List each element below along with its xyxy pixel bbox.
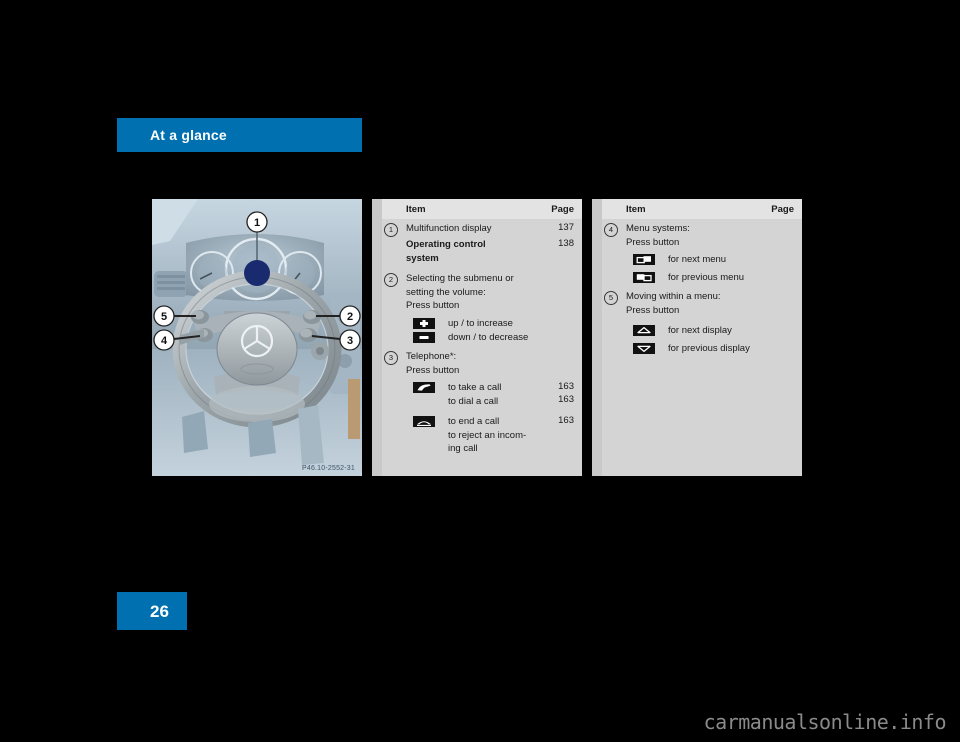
glyph-label: to end a call to reject an incom- ing ca… (448, 416, 527, 454)
row-page: 163 (558, 381, 574, 392)
row-page: 137 (558, 222, 574, 233)
item-marker-4: 4 (604, 223, 618, 237)
item-marker-2: 2 (384, 273, 398, 287)
item-marker-3: 3 (384, 351, 398, 365)
previous-menu-icon (633, 272, 655, 283)
callout-dot-1 (244, 260, 270, 286)
callout-1: 1 (246, 211, 268, 233)
down-arrow-button-icon (633, 343, 655, 354)
glyph-label: up / to increase (448, 318, 513, 329)
steering-wheel-figure: 1 5 4 2 3 P46.10-2552-31 (152, 199, 362, 476)
steering-wheel-illustration: 1 5 4 2 3 (152, 199, 362, 476)
svg-text:5: 5 (161, 311, 167, 323)
table-body: 4 Menu systems: Press button for next me… (602, 219, 802, 476)
glyph-label: for next menu (668, 254, 727, 265)
row-text: Selecting the submenu or setting the vol… (406, 273, 514, 311)
glyph-label: for next display (668, 325, 732, 336)
svg-text:1: 1 (254, 217, 260, 229)
phone-offhook-icon (413, 382, 435, 393)
row-page: 163 (558, 415, 574, 426)
plus-button-icon (413, 318, 435, 329)
up-arrow-button-icon (633, 325, 655, 336)
table-header-row: Item Page (602, 199, 802, 219)
column-header-page: Page (551, 204, 574, 215)
table-body: 1 Multifunction display 137 Operating co… (382, 219, 582, 476)
glyph-label: to take a call to dial a call (448, 382, 502, 407)
row-page: 138 (558, 238, 574, 249)
svg-text:3: 3 (347, 335, 353, 347)
svg-text:4: 4 (161, 335, 168, 347)
row-page: 163 (558, 394, 574, 405)
callout-4: 4 (153, 329, 175, 351)
glyph-label: down / to decrease (448, 332, 529, 343)
svg-text:2: 2 (347, 311, 353, 323)
page-number-badge: 26 (117, 592, 187, 630)
figure-caption: P46.10-2552-31 (301, 465, 355, 472)
table-left-gutter (372, 199, 382, 476)
column-header-item: Item (406, 204, 426, 215)
table-left-gutter (592, 199, 602, 476)
reference-table-left: Item Page 1 Multifunction display 137 Op… (372, 199, 582, 476)
row-text: Multifunction display (406, 223, 492, 234)
item-marker-5: 5 (604, 291, 618, 305)
glyph-label: for previous menu (668, 272, 745, 283)
glyph-label: for previous display (668, 343, 750, 354)
next-menu-icon (633, 254, 655, 265)
reference-table-right: Item Page 4 Menu systems: Press button f… (592, 199, 802, 476)
section-banner: At a glance (117, 118, 362, 152)
callout-3: 3 (339, 329, 361, 351)
row-text: Telephone*: Press button (406, 351, 460, 376)
page-number: 26 (150, 602, 169, 621)
row-text: Menu systems: Press button (626, 223, 690, 248)
phone-onhook-icon (413, 416, 435, 427)
callout-2: 2 (339, 305, 361, 327)
table-header-row: Item Page (382, 199, 582, 219)
callout-5: 5 (153, 305, 175, 327)
row-text: Moving within a menu: Press button (626, 291, 721, 316)
row-text: Operating control system (406, 239, 486, 264)
column-header-page: Page (771, 204, 794, 215)
item-marker-1: 1 (384, 223, 398, 237)
site-watermark: carmanualsonline.info (703, 710, 947, 734)
column-header-item: Item (626, 204, 646, 215)
minus-button-icon (413, 332, 435, 343)
section-title: At a glance (150, 127, 227, 143)
